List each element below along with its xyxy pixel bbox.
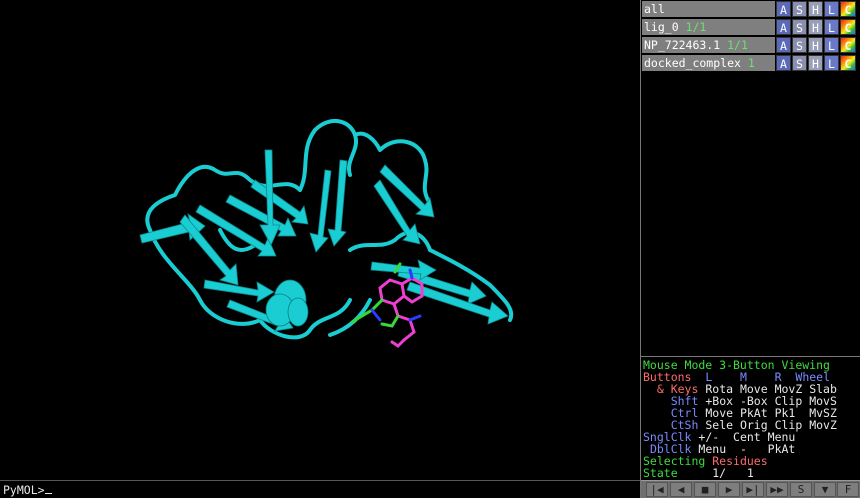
step-back-button[interactable]: ◀: [670, 482, 692, 497]
color-button[interactable]: C: [840, 37, 856, 53]
play-button[interactable]: ▶: [718, 482, 740, 497]
color-button[interactable]: C: [840, 1, 856, 17]
label-button[interactable]: L: [824, 37, 839, 53]
object-name[interactable]: NP_722463.1 1/1: [642, 37, 775, 53]
text-cursor: [44, 482, 52, 494]
object-row-lig-0[interactable]: lig_0 1/1 A S H L C: [642, 19, 860, 35]
hide-button[interactable]: H: [808, 37, 823, 53]
color-button[interactable]: C: [840, 55, 856, 71]
state-row: State 1/ 1: [643, 466, 754, 480]
molecular-viewport[interactable]: [0, 0, 640, 480]
playback-controls: |◀ ◀ ■ ▶ ▶| ▶▶ S ▼ F: [641, 480, 860, 498]
action-button[interactable]: A: [776, 1, 791, 17]
stop-button[interactable]: ■: [694, 482, 716, 497]
label-button[interactable]: L: [824, 1, 839, 17]
object-row-protein[interactable]: NP_722463.1 1/1 A S H L C: [642, 37, 860, 53]
mouse-mode-panel[interactable]: Mouse Mode 3-Button Viewing Buttons L M …: [641, 356, 860, 481]
action-button[interactable]: A: [776, 37, 791, 53]
step-forward-button[interactable]: ▶|: [742, 482, 764, 497]
object-name[interactable]: all: [642, 1, 775, 17]
sequence-button[interactable]: S: [790, 482, 812, 497]
hide-button[interactable]: H: [808, 19, 823, 35]
command-prompt: PyMOL>: [3, 483, 45, 497]
color-button[interactable]: C: [840, 19, 856, 35]
object-panel: all A S H L C lig_0 1/1 A S H L C NP_722…: [640, 0, 860, 498]
fast-forward-button[interactable]: ▶▶: [766, 482, 788, 497]
object-name[interactable]: lig_0 1/1: [642, 19, 775, 35]
hide-button[interactable]: H: [808, 1, 823, 17]
command-line[interactable]: PyMOL>: [0, 480, 640, 498]
action-button[interactable]: A: [776, 55, 791, 71]
dropdown-button[interactable]: ▼: [814, 482, 836, 497]
show-button[interactable]: S: [792, 37, 807, 53]
object-row-all[interactable]: all A S H L C: [642, 1, 860, 17]
show-button[interactable]: S: [792, 1, 807, 17]
hide-button[interactable]: H: [808, 55, 823, 71]
object-row-docked-complex[interactable]: docked_complex 1 A S H L C: [642, 55, 860, 71]
ligand-sticks: [350, 262, 424, 348]
rewind-button[interactable]: |◀: [646, 482, 668, 497]
show-button[interactable]: S: [792, 55, 807, 71]
label-button[interactable]: L: [824, 55, 839, 71]
object-name[interactable]: docked_complex 1: [642, 55, 775, 71]
action-button[interactable]: A: [776, 19, 791, 35]
fullscreen-button[interactable]: F: [837, 482, 859, 497]
show-button[interactable]: S: [792, 19, 807, 35]
label-button[interactable]: L: [824, 19, 839, 35]
protein-cartoon: [139, 119, 514, 348]
